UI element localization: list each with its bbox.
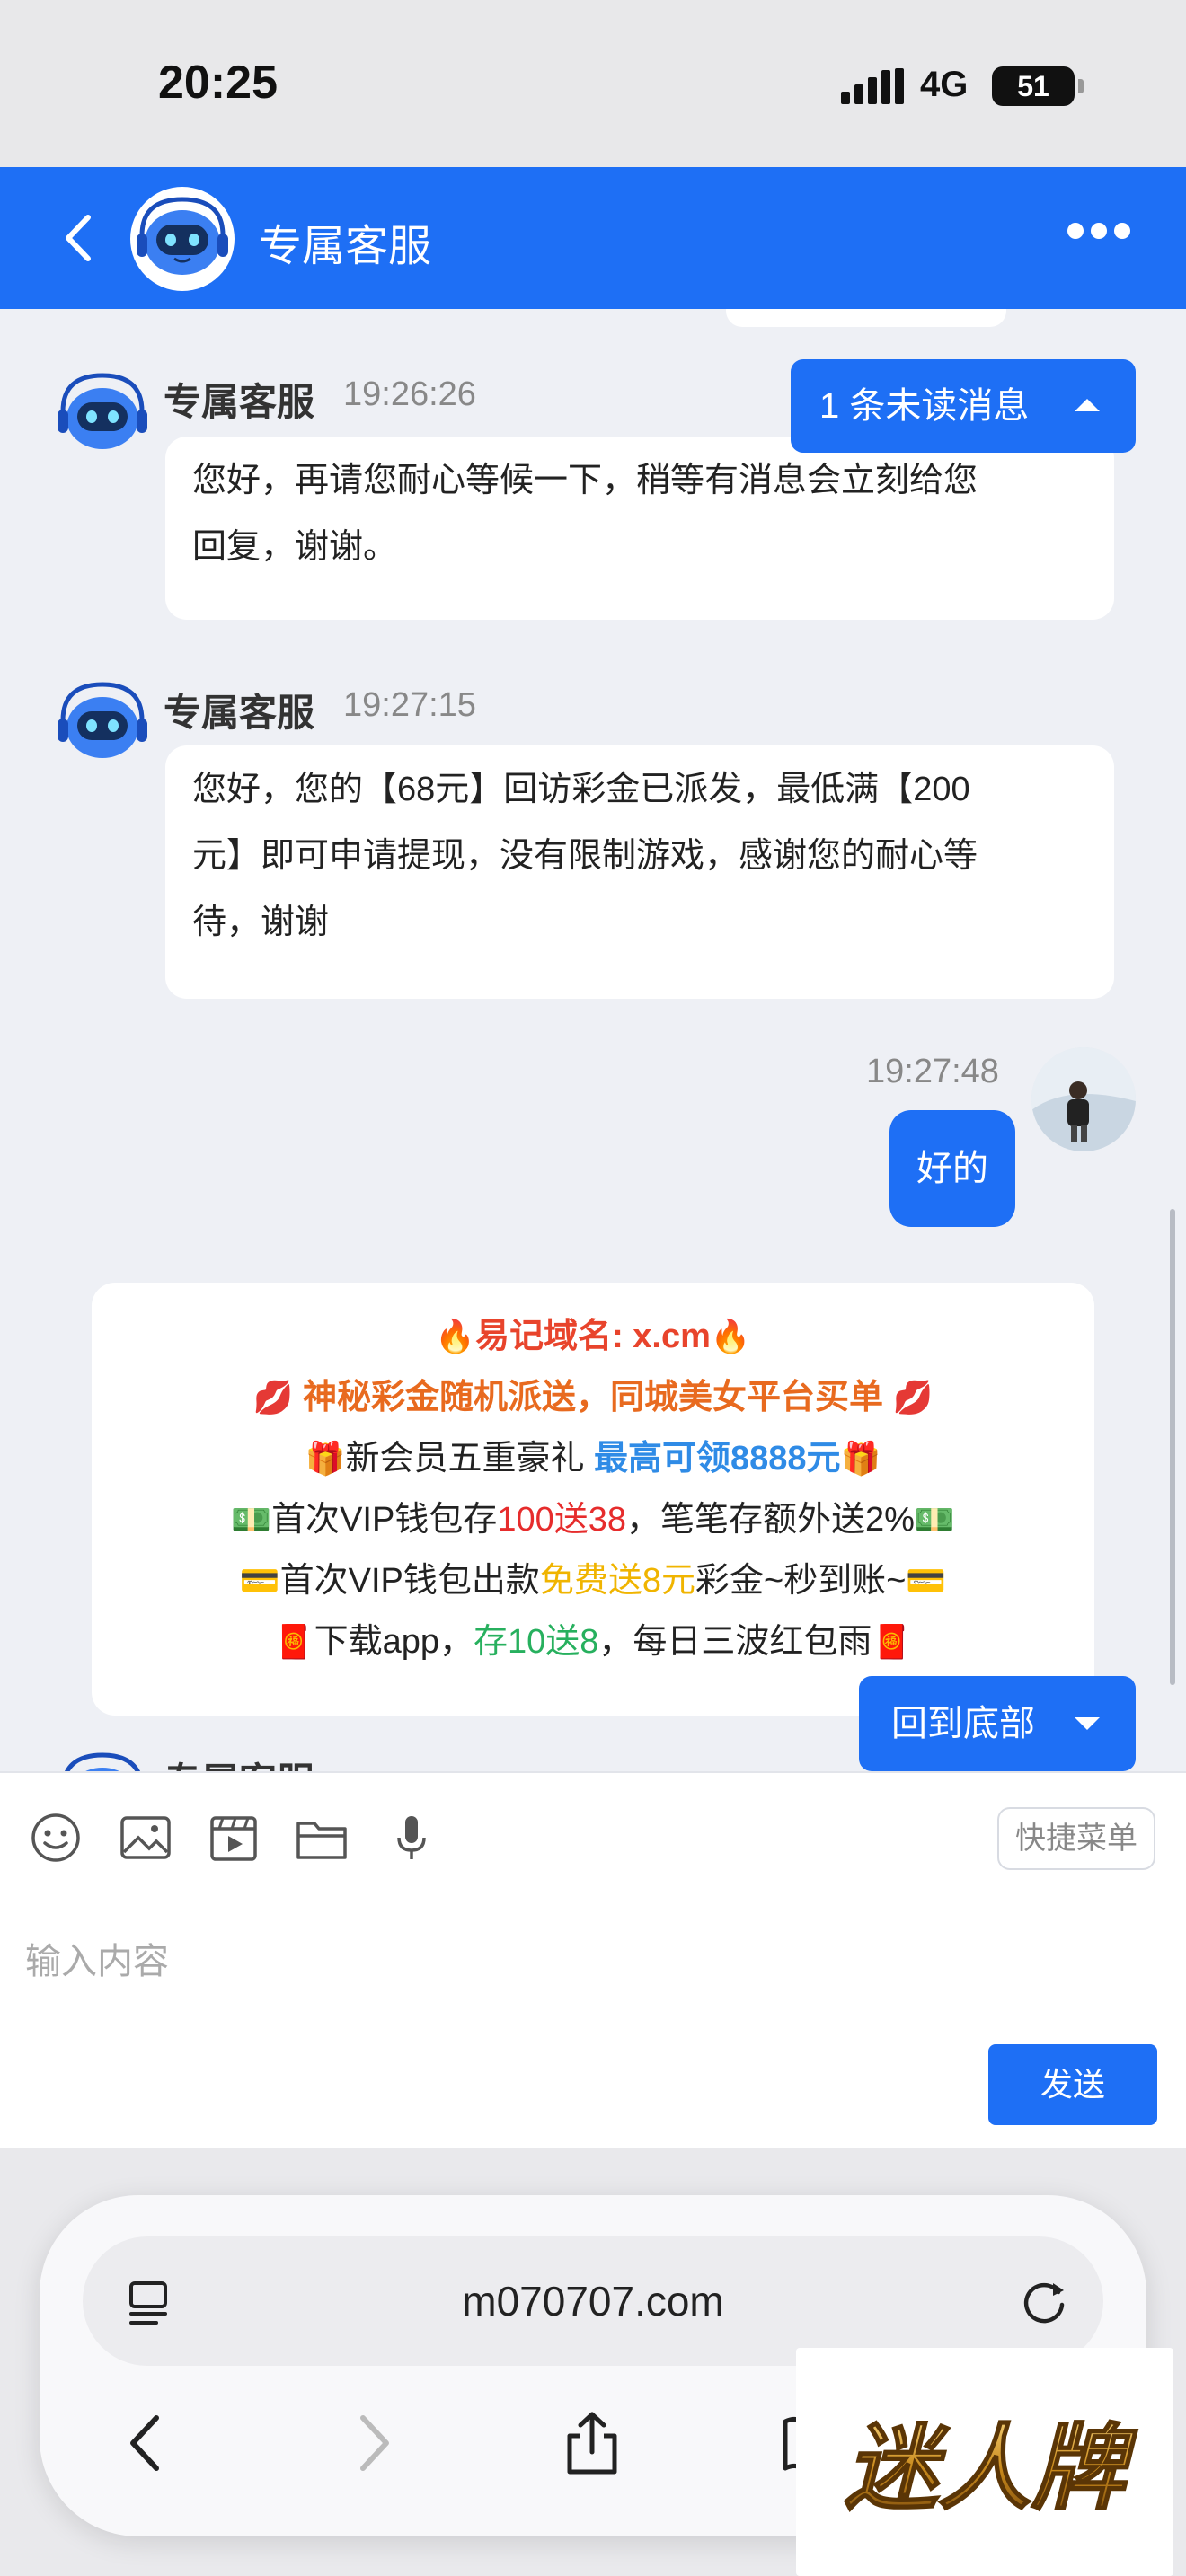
message-line: 回复，谢谢。	[192, 528, 398, 566]
chevron-up-icon	[1075, 399, 1100, 411]
share-icon[interactable]	[561, 2409, 624, 2477]
chat-header: 专属客服	[0, 167, 1186, 309]
watermark-text: 迷人牌	[845, 2413, 1138, 2523]
gift-icon: 🎁	[840, 1440, 881, 1477]
chevron-down-icon	[1075, 1717, 1100, 1730]
microphone-icon[interactable]	[385, 1811, 438, 1865]
reload-icon[interactable]	[1017, 2276, 1071, 2330]
sender-name: 专属客服	[164, 1751, 314, 1771]
red-envelope-icon: 🧧	[872, 1623, 913, 1660]
kiss-icon: 💋	[892, 1379, 934, 1416]
agent-avatar-icon	[65, 1752, 140, 1771]
back-icon[interactable]	[56, 208, 101, 268]
scroll-to-bottom-label: 回到底部	[891, 1704, 1035, 1743]
status-time: 20:25	[158, 57, 278, 109]
promo-line: 💳首次VIP钱包出款免费送8元彩金~秒到账~💳	[239, 1562, 947, 1600]
my-message-bubble: 好的	[890, 1110, 1015, 1227]
battery-icon: 51	[992, 66, 1084, 106]
agent-avatar-icon	[58, 373, 147, 449]
promo-line: 🔥易记域名: x.cm🔥	[435, 1318, 751, 1355]
brand-watermark: 迷人牌	[796, 2348, 1173, 2576]
scroll-to-bottom-button[interactable]: 回到底部	[859, 1676, 1136, 1771]
chat-scrollbar[interactable]	[1170, 1209, 1175, 1685]
sender-name: 专属客服	[164, 381, 315, 423]
unread-messages-button[interactable]: 1 条未读消息	[791, 359, 1136, 453]
message-time: 19:27:15	[343, 686, 476, 724]
quick-menu-button[interactable]: 快捷菜单	[997, 1807, 1155, 1870]
network-label: 4G	[920, 65, 969, 104]
unread-messages-label: 1 条未读消息	[819, 386, 1030, 426]
fire-icon: 🔥	[710, 1318, 751, 1354]
gift-icon: 🎁	[305, 1440, 346, 1477]
video-icon[interactable]	[207, 1811, 261, 1865]
promo-line: 💵首次VIP钱包存100送38，笔笔存额外送2%💵	[231, 1501, 955, 1539]
message-bubble: 您好，再请您耐心等候一下，稍等有消息会立刻给您 回复，谢谢。	[165, 437, 1114, 620]
signal-icon	[841, 68, 904, 104]
emoji-icon[interactable]	[29, 1811, 83, 1865]
url-text: m070707.com	[462, 2278, 724, 2325]
message-line: 您好，再请您耐心等候一下，稍等有消息会立刻给您	[192, 462, 978, 499]
chat-title: 专属客服	[259, 223, 432, 270]
credit-card-icon: 💳	[906, 1562, 947, 1599]
forward-arrow-icon[interactable]	[341, 2409, 404, 2477]
kiss-icon: 💋	[252, 1379, 294, 1416]
address-bar[interactable]: m070707.com	[83, 2236, 1103, 2366]
user-avatar	[1031, 1047, 1136, 1151]
message-composer: 快捷菜单 发送	[0, 1771, 1186, 2148]
credit-card-icon: 💳	[239, 1562, 280, 1599]
sender-name: 专属客服	[164, 692, 315, 734]
agent-avatar-icon	[58, 682, 147, 758]
more-icon[interactable]	[1067, 223, 1139, 250]
message-input[interactable]	[25, 1908, 1157, 2016]
agent-avatar-icon	[130, 187, 235, 291]
red-envelope-icon: 🧧	[273, 1623, 314, 1660]
back-arrow-icon[interactable]	[115, 2409, 178, 2477]
message-line: 元】即可申请提现，没有限制游戏，感谢您的耐心等	[192, 837, 978, 875]
promo-line: 💋 神秘彩金随机派送，同城美女平台买单 💋	[252, 1379, 934, 1416]
message-time: 19:26:26	[343, 375, 476, 413]
promo-line: 🧧下载app，存10送8，每日三波红包雨🧧	[273, 1623, 913, 1661]
status-bar: 20:25 4G 51	[0, 0, 1186, 167]
promo-card: 🔥易记域名: x.cm🔥 💋 神秘彩金随机派送，同城美女平台买单 💋 🎁新会员五…	[92, 1283, 1094, 1716]
promo-line: 🎁新会员五重豪礼 最高可领8888元🎁	[305, 1440, 881, 1478]
chat-area: 专属客服 19:26:26 您好，再请您耐心等候一下，稍等有消息会立刻给您 回复…	[0, 309, 1186, 1771]
message-line: 待，谢谢	[192, 904, 330, 941]
agent-message: 专属客服 19:26:26 您好，再请您耐心等候一下，稍等有消息会立刻给您 回复…	[0, 309, 1186, 632]
my-message-time: 19:27:48	[866, 1053, 999, 1090]
money-icon: 💵	[914, 1501, 955, 1538]
image-icon[interactable]	[119, 1811, 173, 1865]
folder-icon[interactable]	[295, 1811, 349, 1865]
message-bubble: 您好，您的【68元】回访彩金已派发，最低满【200 元】即可申请提现，没有限制游…	[165, 745, 1114, 999]
message-line: 您好，您的【68元】回访彩金已派发，最低满【200	[192, 771, 970, 808]
fire-icon: 🔥	[435, 1318, 476, 1354]
money-icon: 💵	[231, 1501, 272, 1538]
send-button[interactable]: 发送	[988, 2044, 1157, 2125]
